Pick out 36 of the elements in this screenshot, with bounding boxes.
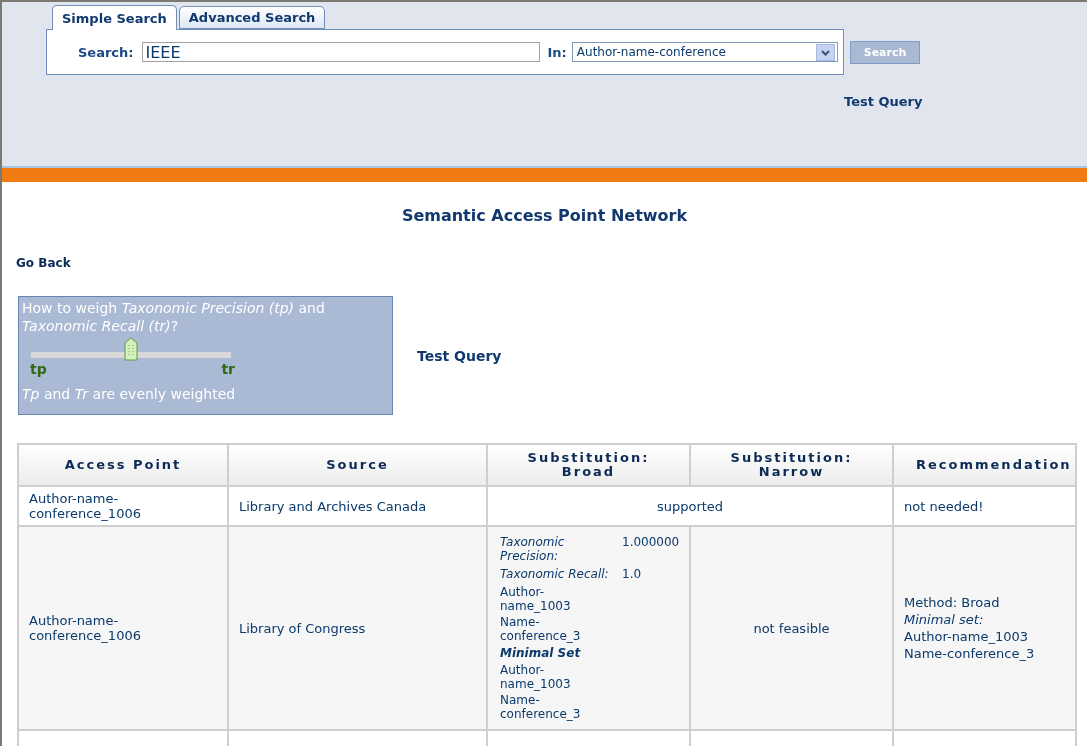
caret-icon	[815, 43, 835, 61]
weighting-reading: Tp and Tr are evenly weighted	[22, 386, 236, 402]
access-point-item: Author-name_1003	[500, 585, 572, 613]
search-label: Search:	[78, 44, 134, 60]
tp-label: tp	[30, 361, 47, 377]
recommendation-text: not needed!	[904, 497, 985, 515]
access-point-item: Name-conference_3	[500, 693, 582, 721]
search-tab[interactable]: Advanced Search	[178, 6, 326, 29]
weighting-question: How to weigh Taxonomic Precision (tp) and Taxonomic Recall (tr)?	[22, 300, 325, 334]
metric-value: 1.0	[622, 567, 643, 581]
test-query-link[interactable]: Test Query	[417, 347, 502, 364]
metric-label: Taxonomic Precision:	[500, 535, 566, 563]
table-cell: Author-name-conference_1006	[18, 526, 228, 730]
column-header: Access Point	[18, 444, 228, 486]
table-cell: not feasible	[690, 526, 893, 730]
column-header: Source	[228, 444, 487, 486]
recommendation-text: Author-name_1003	[904, 628, 1030, 645]
in-label: In:	[547, 44, 567, 60]
access-point-item: Name-conference_3	[500, 615, 582, 643]
slider-thumb[interactable]	[124, 337, 138, 361]
minimal-set-heading: Minimal Set	[500, 646, 582, 660]
metric-value: 1.000000	[622, 535, 681, 551]
tr-label: tr	[221, 361, 235, 377]
go-back-link[interactable]: Go Back	[16, 256, 71, 270]
page-title: Semantic Access Point Network	[400, 206, 689, 225]
metric-label: Taxonomic Recall:	[500, 567, 610, 581]
access-point-item: Author-name_1003	[500, 663, 572, 691]
column-header: Recommendation	[893, 444, 1076, 486]
recommendation-text: Name-conference_3	[904, 645, 1036, 662]
recommendation-text: Method: Broad	[904, 594, 1001, 611]
column-header: Substitution: Narrow	[690, 444, 893, 486]
test-query-link[interactable]: Test Query	[844, 94, 923, 109]
column-header: Substitution: Broad	[487, 444, 690, 486]
search-tab[interactable]: Simple Search	[52, 5, 177, 30]
recommendation-text: Minimal set:	[904, 611, 985, 628]
table-cell: Library of Congress	[228, 526, 487, 730]
